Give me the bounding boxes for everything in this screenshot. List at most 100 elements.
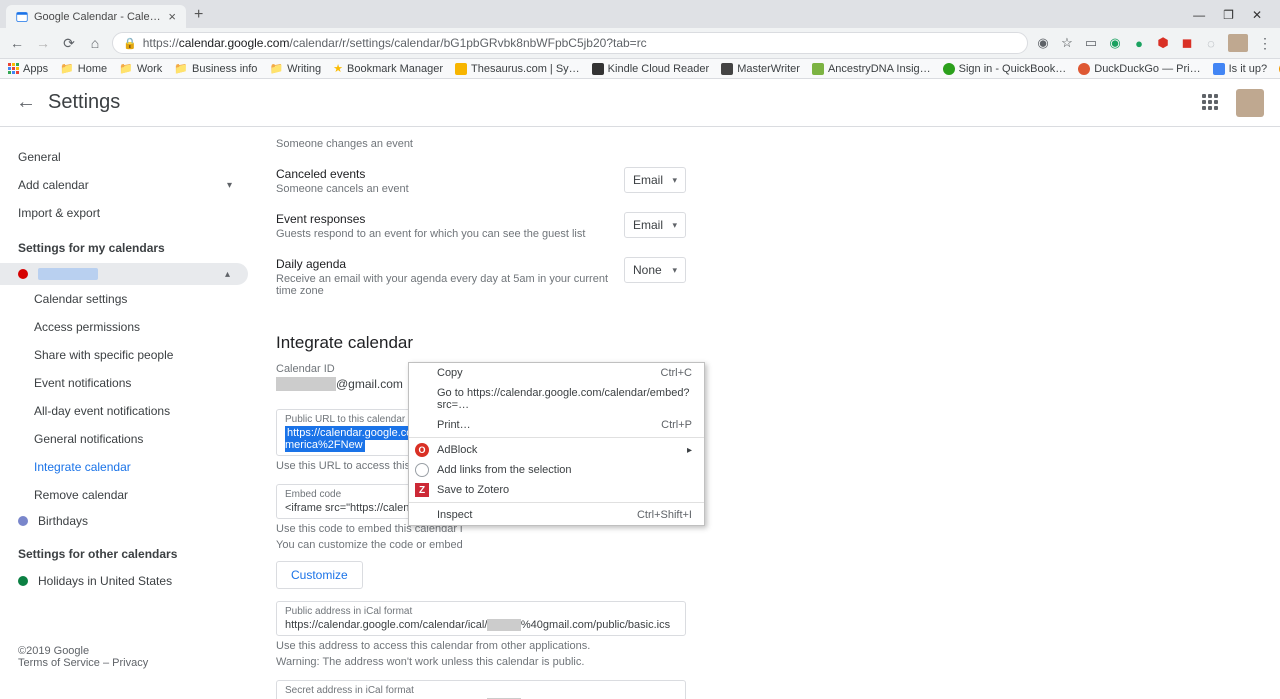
subnav-calendar-settings[interactable]: Calendar settings	[32, 285, 256, 313]
subnav-access-permissions[interactable]: Access permissions	[32, 313, 256, 341]
ctx-add-links[interactable]: Add links from the selection	[409, 460, 704, 480]
shortcut-text: Ctrl+C	[661, 367, 692, 379]
ctx-copy[interactable]: CopyCtrl+C	[409, 363, 704, 383]
star-icon[interactable]: ☆	[1060, 36, 1074, 50]
embed-note2: You can customize the code or embed	[276, 539, 1260, 551]
field-label: Public address in iCal format	[285, 606, 677, 617]
bookmark-item[interactable]: Kindle Cloud Reader	[592, 63, 710, 75]
bookmark-folder[interactable]: 📁Business info	[174, 62, 257, 75]
ctx-zotero[interactable]: ZSave to Zotero	[409, 480, 704, 500]
ctx-goto[interactable]: Go to https://calendar.google.com/calend…	[409, 383, 704, 415]
addr-extension-icons: ◉ ☆ ▭ ◉ ● ⬢ ◼ ◌ ⋮	[1036, 34, 1272, 52]
ext-icon[interactable]: ▭	[1084, 36, 1098, 50]
chevron-up-icon[interactable]: ▴	[225, 269, 230, 280]
bookmark-folder[interactable]: 📁Home	[60, 62, 107, 75]
close-window-icon[interactable]: ✕	[1252, 8, 1262, 22]
calendar-color-dot	[18, 516, 28, 526]
daily-agenda-select[interactable]: None▾	[624, 257, 686, 283]
notifications-block: Someone changes an event Canceled events…	[276, 127, 686, 305]
url-text: https://calendar.google.com/calendar/r/s…	[143, 36, 647, 50]
setting-title: Event responses	[276, 212, 624, 226]
chrome-menu-icon[interactable]: ⋮	[1258, 35, 1272, 52]
bookmark-folder[interactable]: 📁Writing	[269, 62, 321, 75]
privacy-link[interactable]: Privacy	[112, 657, 148, 669]
subnav-share[interactable]: Share with specific people	[32, 341, 256, 369]
tab-title: Google Calendar - Calendar sett	[34, 11, 162, 23]
subnav-allday-notifications[interactable]: All-day event notifications	[32, 397, 256, 425]
subnav-event-notifications[interactable]: Event notifications	[32, 369, 256, 397]
nav-home-icon[interactable]: ⌂	[86, 34, 104, 52]
ext-icon[interactable]: ◌	[1204, 36, 1218, 50]
ical-public-note: Use this address to access this calendar…	[276, 640, 1260, 652]
nav-back-icon[interactable]: ←	[8, 34, 26, 52]
profile-icon[interactable]	[1228, 34, 1248, 52]
context-menu: CopyCtrl+C Go to https://calendar.google…	[408, 362, 705, 526]
copyright-text: ©2019 Google	[18, 645, 238, 657]
minimize-icon[interactable]: —	[1193, 8, 1205, 22]
ical-public-value: https://calendar.google.com/calendar/ica…	[285, 619, 677, 631]
tab-close-icon[interactable]: ×	[168, 9, 176, 24]
shortcut-text: Ctrl+Shift+I	[637, 509, 692, 521]
calendar-name: Birthdays	[38, 514, 88, 528]
field-label: Secret address in iCal format	[285, 685, 677, 696]
back-arrow-icon[interactable]: ←	[16, 91, 48, 114]
my-calendar-row[interactable]: ▴	[0, 263, 248, 285]
customize-button[interactable]: Customize	[276, 561, 363, 589]
birthdays-row[interactable]: Birthdays	[0, 509, 256, 533]
ext-icon[interactable]: ◉	[1108, 36, 1122, 50]
addlinks-icon	[415, 463, 429, 477]
ical-secret-box[interactable]: Secret address in iCal format https://ca…	[276, 680, 686, 699]
subnav-general-notifications[interactable]: General notifications	[32, 425, 256, 453]
bookmark-item[interactable]: ★Bookmark Manager	[333, 62, 443, 75]
subnav-integrate-calendar[interactable]: Integrate calendar	[32, 453, 256, 481]
tos-link[interactable]: Terms of Service	[18, 657, 100, 669]
bookmark-item[interactable]: Is it up?	[1213, 63, 1268, 75]
calendar-name-redacted	[38, 268, 98, 280]
bookmarks-bar: Apps 📁Home 📁Work 📁Business info 📁Writing…	[0, 59, 1280, 79]
tab-favicon	[16, 11, 28, 23]
omnibox[interactable]: 🔒 https://calendar.google.com/calendar/r…	[112, 32, 1028, 54]
google-apps-icon[interactable]	[1202, 94, 1220, 112]
calendar-color-dot	[18, 269, 28, 279]
ext-icon[interactable]: ⬢	[1156, 36, 1170, 50]
setting-subtitle: Receive an email with your agenda every …	[276, 273, 624, 297]
ctx-adblock[interactable]: OAdBlock▸	[409, 440, 704, 460]
maximize-icon[interactable]: ❐	[1223, 8, 1234, 22]
bookmark-item[interactable]: Sign in - QuickBook…	[943, 63, 1067, 75]
browser-tab[interactable]: Google Calendar - Calendar sett ×	[6, 5, 186, 28]
chevron-down-icon: ▾	[672, 265, 677, 276]
setting-title: Daily agenda	[276, 257, 624, 271]
ical-public-box[interactable]: Public address in iCal format https://ca…	[276, 601, 686, 636]
new-tab-button[interactable]: +	[186, 2, 211, 28]
chevron-down-icon: ▾	[227, 180, 232, 191]
shortcut-text: Ctrl+P	[661, 419, 692, 431]
address-bar: ← → ⟳ ⌂ 🔒 https://calendar.google.com/ca…	[0, 28, 1280, 59]
nav-add-calendar[interactable]: Add calendar▾	[0, 171, 256, 199]
setting-subtitle: Guests respond to an event for which you…	[276, 228, 624, 240]
bookmark-item[interactable]: MasterWriter	[721, 63, 800, 75]
holidays-row[interactable]: Holidays in United States	[0, 569, 256, 593]
apps-shortcut[interactable]: Apps	[8, 63, 48, 75]
nav-general[interactable]: General	[0, 143, 256, 171]
ical-public-warning: Warning: The address won't work unless t…	[276, 656, 1260, 668]
ctx-print[interactable]: Print…Ctrl+P	[409, 415, 704, 435]
bookmark-folder[interactable]: 📁Work	[119, 62, 162, 75]
ctx-inspect[interactable]: InspectCtrl+Shift+I	[409, 505, 704, 525]
nav-import-export[interactable]: Import & export	[0, 199, 256, 227]
ext-icon[interactable]: ●	[1132, 36, 1146, 50]
ext-icon[interactable]: ◼	[1180, 36, 1194, 50]
account-avatar[interactable]	[1236, 89, 1264, 117]
canceled-events-select[interactable]: Email▾	[624, 167, 686, 193]
adblock-icon: O	[415, 443, 429, 457]
calendar-color-dot	[18, 576, 28, 586]
bookmark-item[interactable]: Thesaurus.com | Sy…	[455, 63, 580, 75]
zotero-icon: Z	[415, 483, 429, 497]
event-responses-select[interactable]: Email▾	[624, 212, 686, 238]
bookmark-item[interactable]: DuckDuckGo — Pri…	[1078, 63, 1200, 75]
subnav-remove-calendar[interactable]: Remove calendar	[32, 481, 256, 509]
settings-sidebar: General Add calendar▾ Import & export Se…	[0, 127, 256, 699]
submenu-arrow-icon: ▸	[687, 445, 692, 456]
nav-reload-icon[interactable]: ⟳	[60, 34, 78, 52]
ext-icon[interactable]: ◉	[1036, 36, 1050, 50]
bookmark-item[interactable]: AncestryDNA Insig…	[812, 63, 931, 75]
